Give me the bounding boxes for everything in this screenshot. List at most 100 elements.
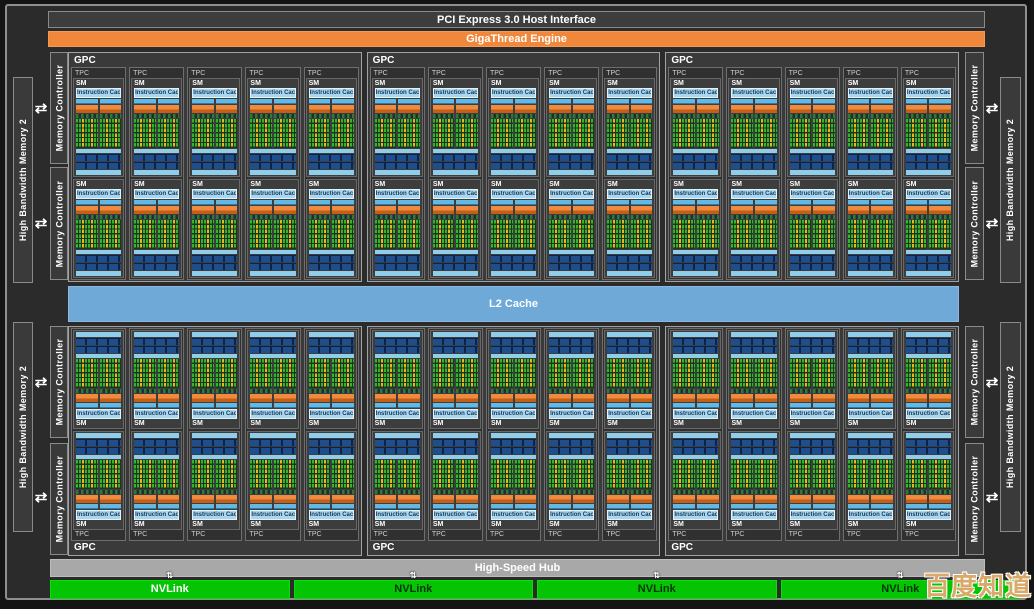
texture-units-bar — [607, 162, 652, 169]
instruction-buffer-bar — [573, 99, 595, 104]
dispatch-units-bar — [673, 114, 695, 118]
core-grid — [515, 220, 537, 249]
core-grid — [549, 460, 571, 489]
dispatch-units-bar — [813, 215, 835, 219]
sm-processing-block — [456, 200, 478, 249]
instruction-cache-bar: Instruction Cache — [433, 189, 478, 199]
warp-scheduler-bar — [549, 206, 571, 214]
dispatch-units-bar — [491, 215, 513, 219]
sm-label: SM — [906, 80, 951, 87]
sm-stack: SM Instruction Cache SM Instruction Cach… — [604, 78, 655, 278]
dispatch-units-bar — [309, 114, 331, 118]
warp-scheduler-bar — [274, 495, 296, 503]
texture-l1-cache-bar — [192, 170, 237, 175]
sm-halves — [906, 99, 951, 148]
register-file-bar — [906, 250, 951, 254]
texture-l1-cache-bar — [906, 271, 951, 276]
sm-stack: SM Instruction Cache SM Instruction Cach… — [670, 330, 721, 530]
sm-stack: SM Instruction Cache SM Instruction Cach… — [787, 330, 838, 530]
sm-halves — [375, 200, 420, 249]
core-grid — [607, 359, 629, 388]
sm-halves — [375, 99, 420, 148]
instruction-cache-bar: Instruction Cache — [491, 510, 536, 520]
sm-processing-block — [731, 99, 753, 148]
hbm2-stack: High Bandwidth Memory 2 — [1000, 77, 1021, 283]
sm-label: SM — [549, 420, 594, 427]
instruction-buffer-bar — [491, 200, 513, 205]
instruction-buffer-bar — [375, 200, 397, 205]
tpc-row: TPC SM Instruction Cache SM Instruction … — [370, 67, 658, 280]
warp-scheduler-bar — [631, 206, 653, 214]
warp-scheduler-bar — [673, 394, 695, 402]
dispatch-units-bar — [755, 490, 777, 494]
sm-label: SM — [731, 181, 776, 188]
dispatch-units-bar — [631, 389, 653, 393]
warp-scheduler-bar — [491, 394, 513, 402]
warp-scheduler-bar — [549, 394, 571, 402]
instruction-buffer-bar — [848, 403, 870, 408]
sm-halves — [848, 359, 893, 408]
core-grid — [375, 220, 397, 249]
sm-processing-block — [848, 359, 870, 408]
sm-block: SM Instruction Cache — [247, 179, 298, 278]
warp-scheduler-bar — [755, 495, 777, 503]
dispatch-units-bar — [673, 215, 695, 219]
sm-processing-block — [631, 460, 653, 509]
tpc-label: TPC — [247, 530, 298, 539]
core-grid — [871, 359, 893, 388]
sm-halves — [906, 359, 951, 408]
sm-processing-block — [398, 359, 420, 408]
gpc-block: GPC TPC SM Instruction Cache SM Instr — [367, 326, 661, 556]
instruction-buffer-bar — [76, 200, 98, 205]
instruction-buffer-bar — [871, 200, 893, 205]
nvlink-bar: ⇅ NVLink — [50, 580, 290, 599]
texture-l1-cache-bar — [673, 170, 718, 175]
core-grid — [929, 460, 951, 489]
sm-processing-block — [134, 460, 156, 509]
sm-label: SM — [906, 521, 951, 528]
instruction-buffer-bar — [813, 504, 835, 509]
instruction-buffer-bar — [456, 99, 478, 104]
texture-l1-cache-bar — [250, 433, 295, 438]
sm-processing-block — [76, 200, 98, 249]
register-file-bar — [433, 455, 478, 459]
dispatch-units-bar — [673, 389, 695, 393]
warp-scheduler-bar — [848, 495, 870, 503]
instruction-buffer-bar — [158, 99, 180, 104]
sm-label: SM — [491, 80, 536, 87]
warp-scheduler-bar — [491, 105, 513, 113]
warp-scheduler-bar — [309, 105, 331, 113]
load-store-units-bar — [433, 346, 478, 353]
bidirectional-arrow-icon: ⇄ — [35, 373, 48, 391]
warp-scheduler-bar — [573, 495, 595, 503]
core-grid — [134, 359, 156, 388]
warp-scheduler-bar — [929, 394, 951, 402]
warp-scheduler-bar — [398, 105, 420, 113]
sm-block: SM Instruction Cache — [604, 78, 655, 177]
instruction-cache-bar: Instruction Cache — [491, 88, 536, 98]
load-store-units-bar — [134, 346, 179, 353]
sm-processing-block — [332, 99, 354, 148]
texture-l1-cache-bar — [375, 170, 420, 175]
gpc-block: GPC TPC SM Instruction Cache SM Instr — [367, 52, 661, 282]
instruction-cache-bar: Instruction Cache — [848, 189, 893, 199]
instruction-buffer-bar — [398, 200, 420, 205]
texture-l1-cache-bar — [607, 170, 652, 175]
instruction-cache-bar: Instruction Cache — [375, 88, 420, 98]
gpc-block: GPC TPC SM Instruction Cache SM Instr — [68, 52, 362, 282]
sm-stack: SM Instruction Cache SM Instruction Cach… — [845, 78, 896, 278]
sm-block: SM Instruction Cache — [488, 330, 539, 429]
register-file-bar — [309, 455, 354, 459]
warp-scheduler-bar — [456, 206, 478, 214]
tpc-block: TPC SM Instruction Cache SM Instruction … — [245, 328, 300, 541]
core-grid — [309, 460, 331, 489]
sm-block: SM Instruction Cache — [372, 179, 423, 278]
dispatch-units-bar — [906, 389, 928, 393]
register-file-bar — [790, 354, 835, 358]
instruction-buffer-bar — [755, 403, 777, 408]
core-grid — [673, 359, 695, 388]
instruction-buffer-bar — [515, 504, 537, 509]
sm-block: SM Instruction Cache — [787, 179, 838, 278]
core-grid — [573, 119, 595, 148]
load-store-units-bar — [192, 346, 237, 353]
